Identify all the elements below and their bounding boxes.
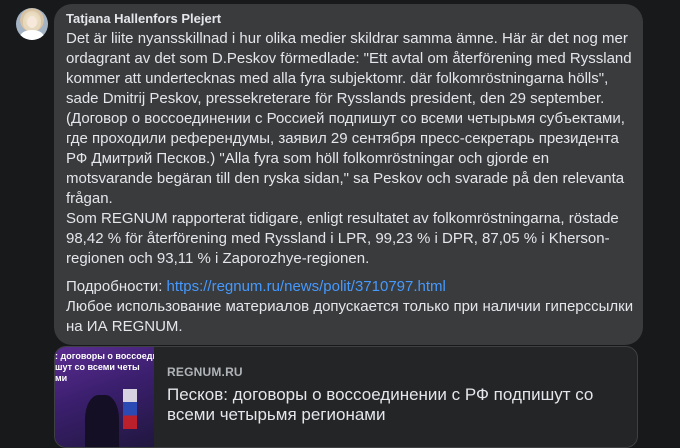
- details-label: Подробности:: [66, 278, 163, 295]
- details-line: Подробности: https://regnum.ru/news/poli…: [66, 277, 637, 297]
- comment-footer: Любое использование материалов допускает…: [66, 298, 634, 335]
- link-preview-thumbnail[interactable]: : договоры о воссоеди шут со всеми четы …: [55, 347, 154, 447]
- link-preview-card[interactable]: : договоры о воссоеди шут со всеми четы …: [54, 346, 638, 448]
- comment-author[interactable]: Tatjana Hallenfors Plejert: [66, 11, 637, 27]
- thumbnail-flag: [123, 389, 137, 429]
- thumbnail-text-line-1: : договоры о воссоеди: [55, 351, 154, 361]
- comment-paragraph-1: Det är liite nyansskillnad i hur olika m…: [66, 30, 632, 207]
- thumbnail-text-line-3: ми: [55, 373, 68, 383]
- comment-paragraph-2: Som REGNUM rapporterat tidigare, enligt …: [66, 210, 619, 267]
- avatar-face: [27, 16, 37, 28]
- link-preview-title[interactable]: Песков: договоры о воссоединении с РФ по…: [167, 385, 617, 425]
- link-preview-domain: REGNUM.RU: [167, 365, 243, 379]
- thumbnail-figure: [85, 395, 119, 447]
- thumbnail-text-line-2: шут со всеми четы: [55, 362, 140, 372]
- avatar-body: [20, 30, 44, 40]
- comment-text: Det är liite nyansskillnad i hur olika m…: [66, 29, 637, 337]
- comment-bubble: Tatjana Hallenfors Plejert Det är liite …: [54, 4, 643, 345]
- details-link[interactable]: https://regnum.ru/news/polit/3710797.htm…: [167, 278, 446, 295]
- author-avatar[interactable]: [16, 8, 48, 40]
- thumbnail-text: : договоры о воссоеди шут со всеми четы …: [55, 351, 154, 384]
